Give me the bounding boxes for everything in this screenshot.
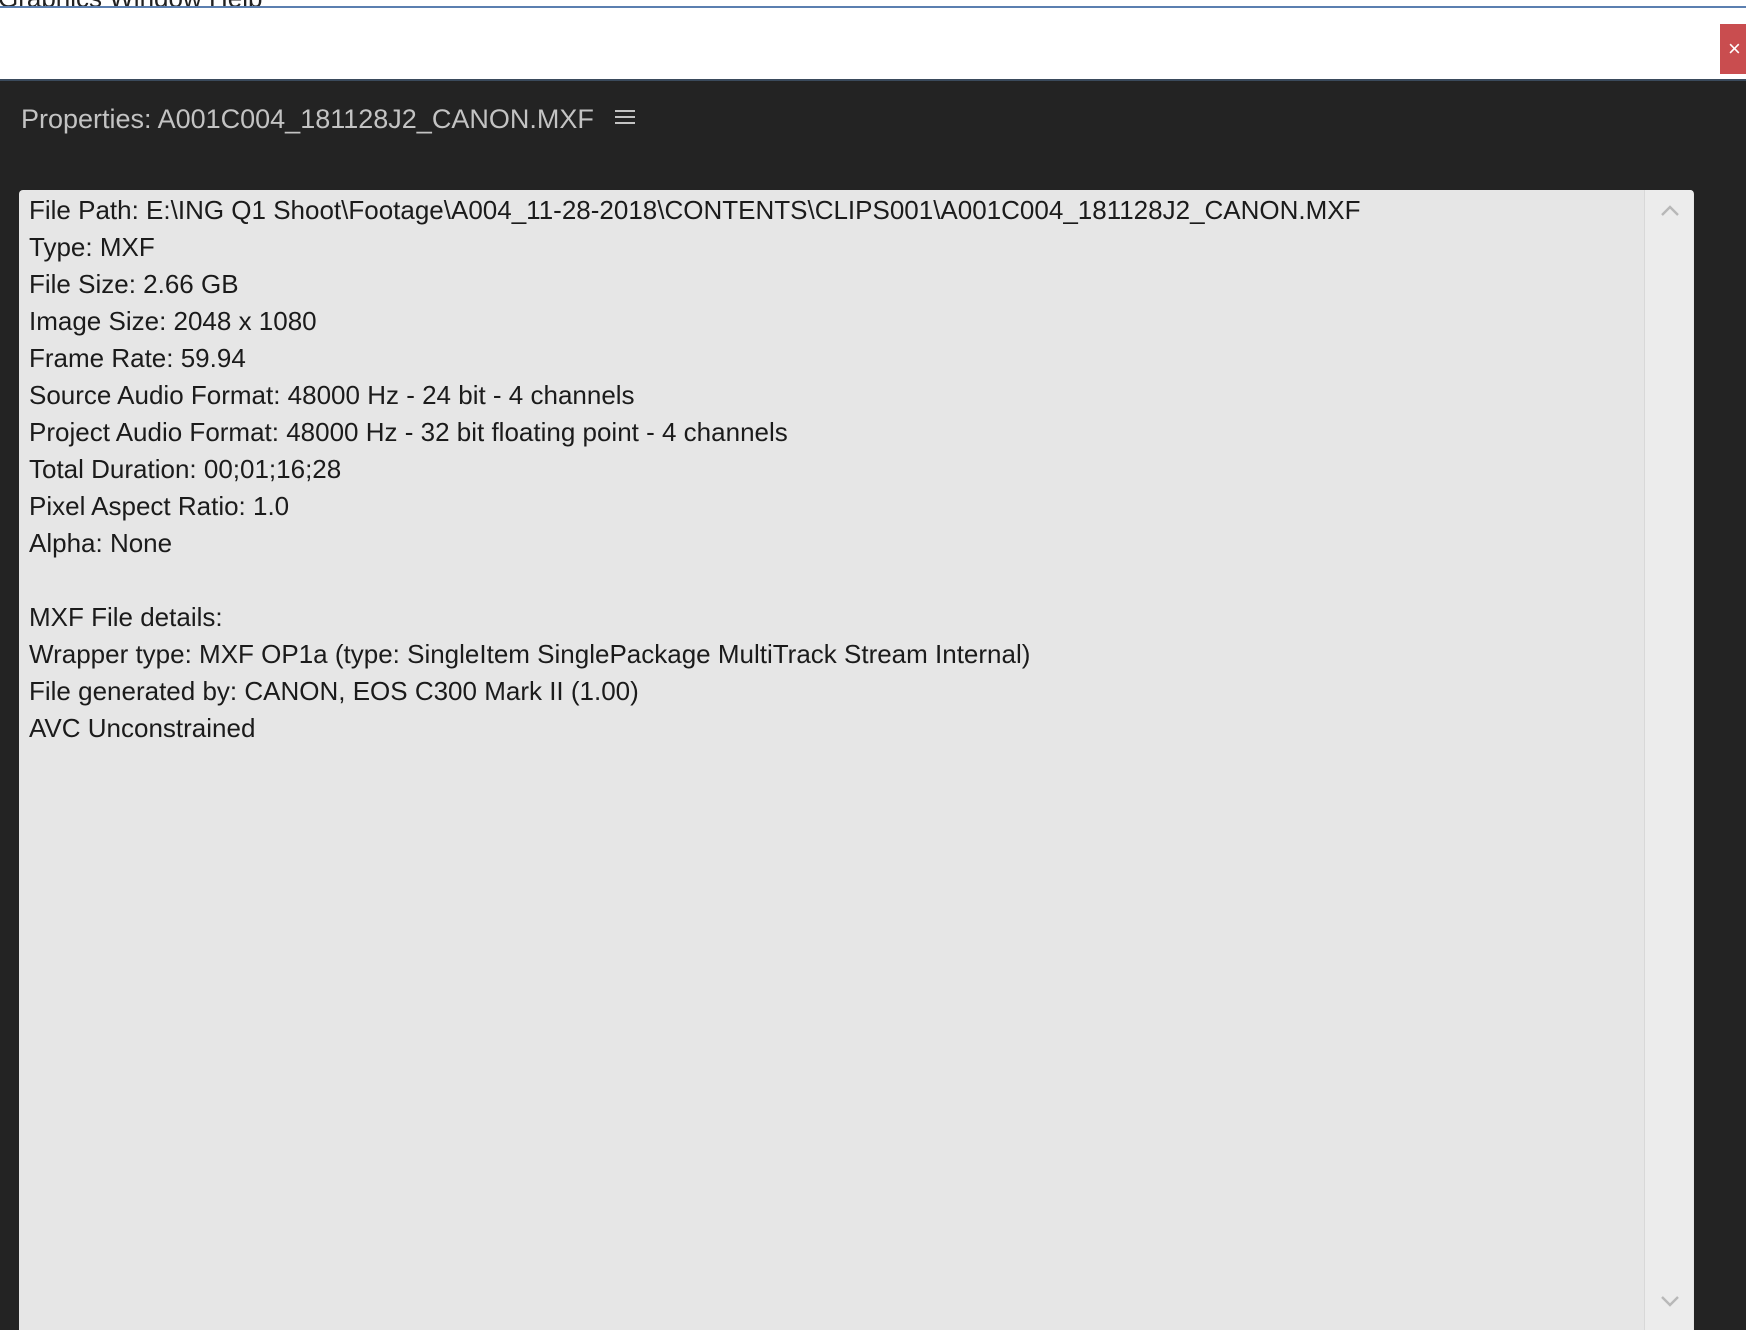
menubar-strip: Graphics Window Help [0,0,1746,8]
property-line: Pixel Aspect Ratio: 1.0 [29,491,290,521]
property-line: Frame Rate: 59.94 [29,343,246,373]
hamburger-menu-icon[interactable] [612,106,638,132]
property-line: File Size: 2.66 GB [29,269,239,299]
property-line: File generated by: CANON, EOS C300 Mark … [29,676,639,706]
panel-header: Properties: A001C004_181128J2_CANON.MXF [0,81,1746,191]
property-line: Wrapper type: MXF OP1a (type: SingleItem… [29,639,1031,669]
property-line: MXF File details: [29,602,223,632]
vertical-scrollbar[interactable] [1644,190,1693,1330]
properties-content: File Path: E:\ING Q1 Shoot\Footage\A004_… [19,190,1694,1330]
property-line: File Path: E:\ING Q1 Shoot\Footage\A004_… [29,195,1361,225]
property-line: AVC Unconstrained [29,713,256,743]
property-line: Image Size: 2048 x 1080 [29,306,317,336]
property-line: Alpha: None [29,528,173,558]
chevron-down-icon[interactable] [1659,1290,1681,1312]
property-line: Source Audio Format: 48000 Hz - 24 bit -… [29,380,635,410]
property-line: Type: MXF [29,232,155,262]
close-button[interactable]: × [1720,24,1746,74]
dialog-titlebar: × [0,8,1746,81]
property-line: Project Audio Format: 48000 Hz - 32 bit … [29,417,788,447]
chevron-up-icon[interactable] [1659,200,1681,222]
properties-text-area[interactable]: File Path: E:\ING Q1 Shoot\Footage\A004_… [29,190,1649,747]
property-line: Total Duration: 00;01;16;28 [29,454,342,484]
panel-title: Properties: A001C004_181128J2_CANON.MXF [21,104,594,134]
